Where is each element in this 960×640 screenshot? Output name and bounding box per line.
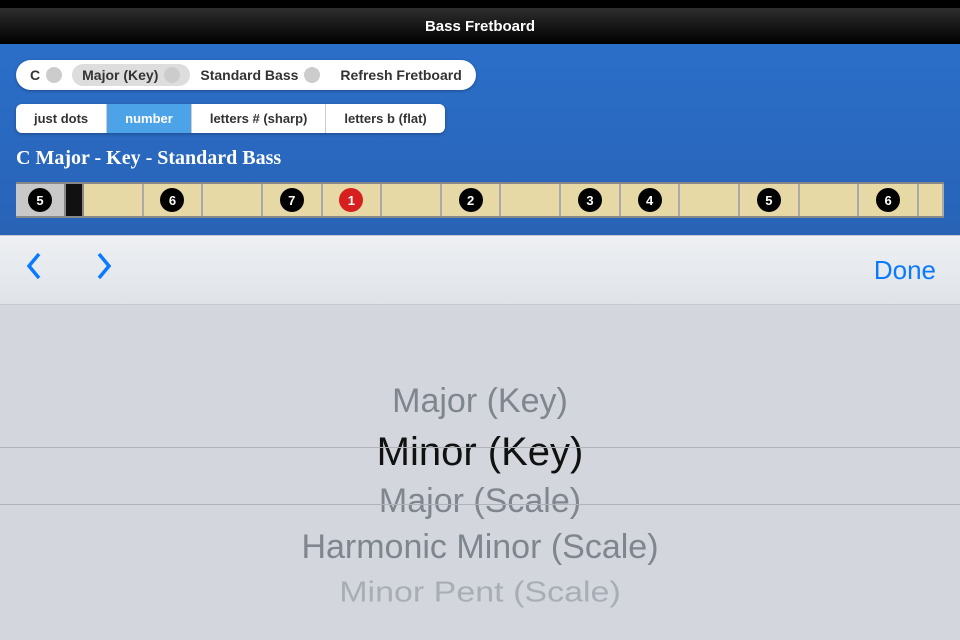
note-dot: 5 (757, 188, 781, 212)
scale-label: Major (Key) (82, 67, 158, 83)
note-dot: 5 (28, 188, 52, 212)
title-bar: Bass Fretboard (0, 8, 960, 44)
root-note-selector[interactable]: C (20, 64, 72, 86)
fretboard: 5 6 7 1 2 3 4 5 6 (16, 182, 944, 218)
note-dot: 3 (578, 188, 602, 212)
dropdown-dot-icon (46, 67, 62, 83)
chevron-left-icon (24, 250, 44, 282)
note-dot: 6 (876, 188, 900, 212)
options-pill-bar: C Major (Key) Standard Bass Refresh Fret… (16, 60, 476, 90)
fret-cell: 3 (561, 184, 621, 216)
fret-nut: 5 (16, 184, 66, 216)
note-dot-root: 1 (339, 188, 363, 212)
fret-cell (919, 184, 944, 216)
picker-wheel[interactable]: Major (Key) Minor (Key) Major (Scale) Ha… (0, 305, 960, 640)
display-mode-segmented: just dots number letters # (sharp) lette… (16, 104, 445, 133)
picker-option[interactable]: Major (Scale) (379, 479, 581, 525)
mode-flat[interactable]: letters b (flat) (326, 104, 444, 133)
picker-option[interactable]: Minor Pent (Scale) (339, 574, 621, 613)
fret-cell: 2 (442, 184, 502, 216)
fretboard-heading: C Major - Key - Standard Bass (16, 147, 944, 170)
app-title: Bass Fretboard (425, 18, 535, 35)
done-button[interactable]: Done (874, 255, 936, 286)
fret-cell: 7 (263, 184, 323, 216)
mode-dots[interactable]: just dots (16, 104, 107, 133)
fret-cell: 4 (621, 184, 681, 216)
prev-field-button[interactable] (24, 250, 44, 290)
nut-edge (66, 184, 84, 216)
fret-cell: 5 (740, 184, 800, 216)
dropdown-dot-icon (304, 67, 320, 83)
fret-cell (84, 184, 144, 216)
fret-cell: 6 (144, 184, 204, 216)
fret-cell (203, 184, 263, 216)
refresh-label: Refresh Fretboard (340, 67, 461, 83)
fret-cell: 6 (859, 184, 919, 216)
root-note-label: C (30, 67, 40, 83)
mode-sharp[interactable]: letters # (sharp) (192, 104, 327, 133)
note-dot: 4 (638, 188, 662, 212)
fret-cell: 1 (323, 184, 383, 216)
picker-nav (24, 250, 114, 290)
fret-cell (382, 184, 442, 216)
next-field-button[interactable] (94, 250, 114, 290)
note-dot: 2 (459, 188, 483, 212)
picker-option[interactable]: Harmonic Minor (Scale) (301, 525, 658, 571)
refresh-button[interactable]: Refresh Fretboard (330, 64, 471, 86)
picker-toolbar: Done (0, 235, 960, 305)
picker-overlay: Done Major (Key) Minor (Key) Major (Scal… (0, 235, 960, 640)
main-content: C Major (Key) Standard Bass Refresh Fret… (0, 44, 960, 244)
tuning-label: Standard Bass (200, 67, 298, 83)
tuning-selector[interactable]: Standard Bass (190, 64, 330, 86)
note-dot: 6 (160, 188, 184, 212)
fret-cell (501, 184, 561, 216)
picker-option-selected[interactable]: Minor (Key) (377, 425, 584, 479)
chevron-right-icon (94, 250, 114, 282)
note-dot: 7 (280, 188, 304, 212)
mode-number[interactable]: number (107, 104, 192, 133)
dropdown-dot-icon (164, 67, 180, 83)
scale-selector[interactable]: Major (Key) (72, 64, 190, 86)
picker-option[interactable]: Major (Key) (392, 379, 568, 425)
fret-cell (800, 184, 860, 216)
status-bar (0, 0, 960, 8)
fret-cell (680, 184, 740, 216)
